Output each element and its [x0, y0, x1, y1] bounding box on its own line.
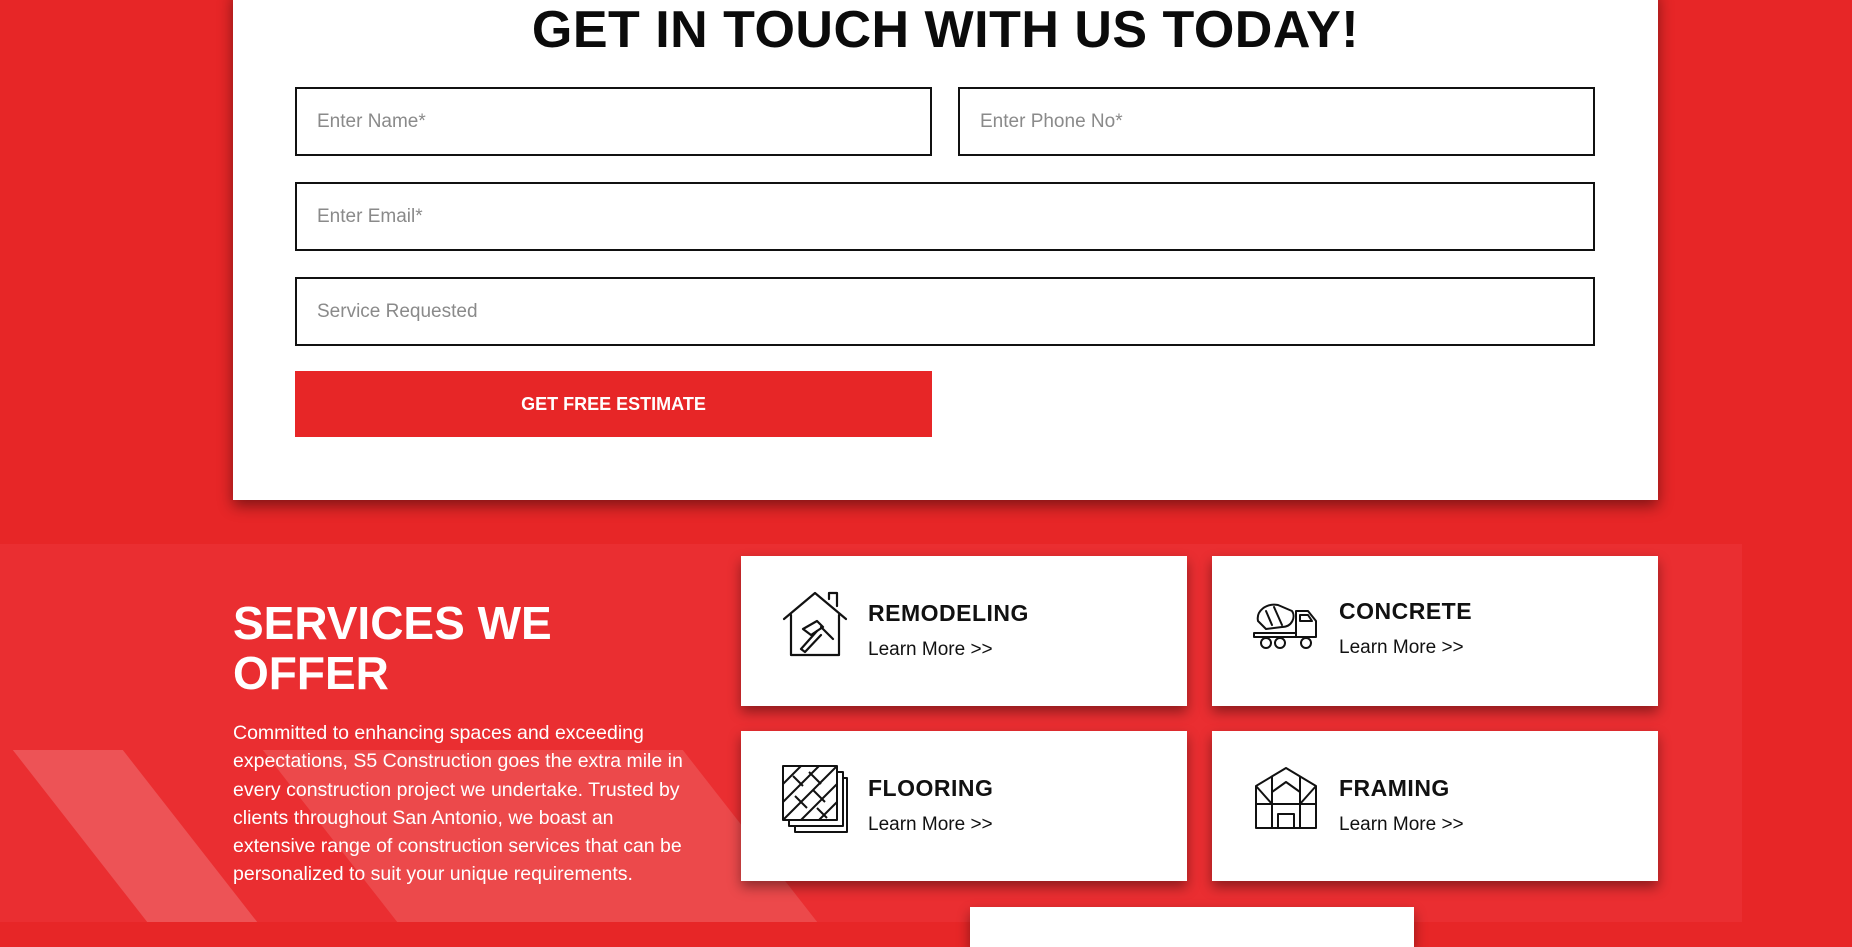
phone-input[interactable]: [958, 87, 1595, 156]
service-card-partial[interactable]: [970, 907, 1414, 947]
get-free-estimate-button[interactable]: GET FREE ESTIMATE: [295, 371, 932, 437]
services-heading: SERVICES WE OFFER: [233, 597, 552, 699]
learn-more-link[interactable]: Learn More >>: [1339, 814, 1464, 836]
service-card-framing[interactable]: FRAMING Learn More >>: [1212, 731, 1658, 881]
cement-truck-icon: [1253, 603, 1317, 649]
service-title: CONCRETE: [1339, 598, 1473, 624]
form-title: GET IN TOUCH WITH US TODAY!: [531, 1, 1360, 59]
service-card-concrete[interactable]: CONCRETE Learn More >>: [1212, 556, 1658, 706]
services-description: Committed to enhancing spaces and exceed…: [233, 722, 683, 886]
service-title: FRAMING: [1339, 775, 1450, 801]
floor-tiles-icon: [782, 765, 848, 833]
name-input[interactable]: [295, 87, 932, 156]
service-requested-input[interactable]: [295, 277, 1595, 346]
house-hammer-icon: [782, 591, 848, 657]
email-input[interactable]: [295, 182, 1595, 251]
house-frame-icon: [1255, 767, 1317, 829]
service-title: FLOORING: [868, 775, 994, 801]
learn-more-link[interactable]: Learn More >>: [868, 814, 993, 836]
service-title: REMODELING: [868, 600, 1029, 626]
learn-more-link[interactable]: Learn More >>: [868, 639, 993, 661]
learn-more-link[interactable]: Learn More >>: [1339, 637, 1464, 659]
service-card-flooring[interactable]: FLOORING Learn More >>: [741, 731, 1187, 881]
contact-form-card: GET IN TOUCH WITH US TODAY! GET FREE EST…: [233, 0, 1658, 500]
service-card-remodeling[interactable]: REMODELING Learn More >>: [741, 556, 1187, 706]
